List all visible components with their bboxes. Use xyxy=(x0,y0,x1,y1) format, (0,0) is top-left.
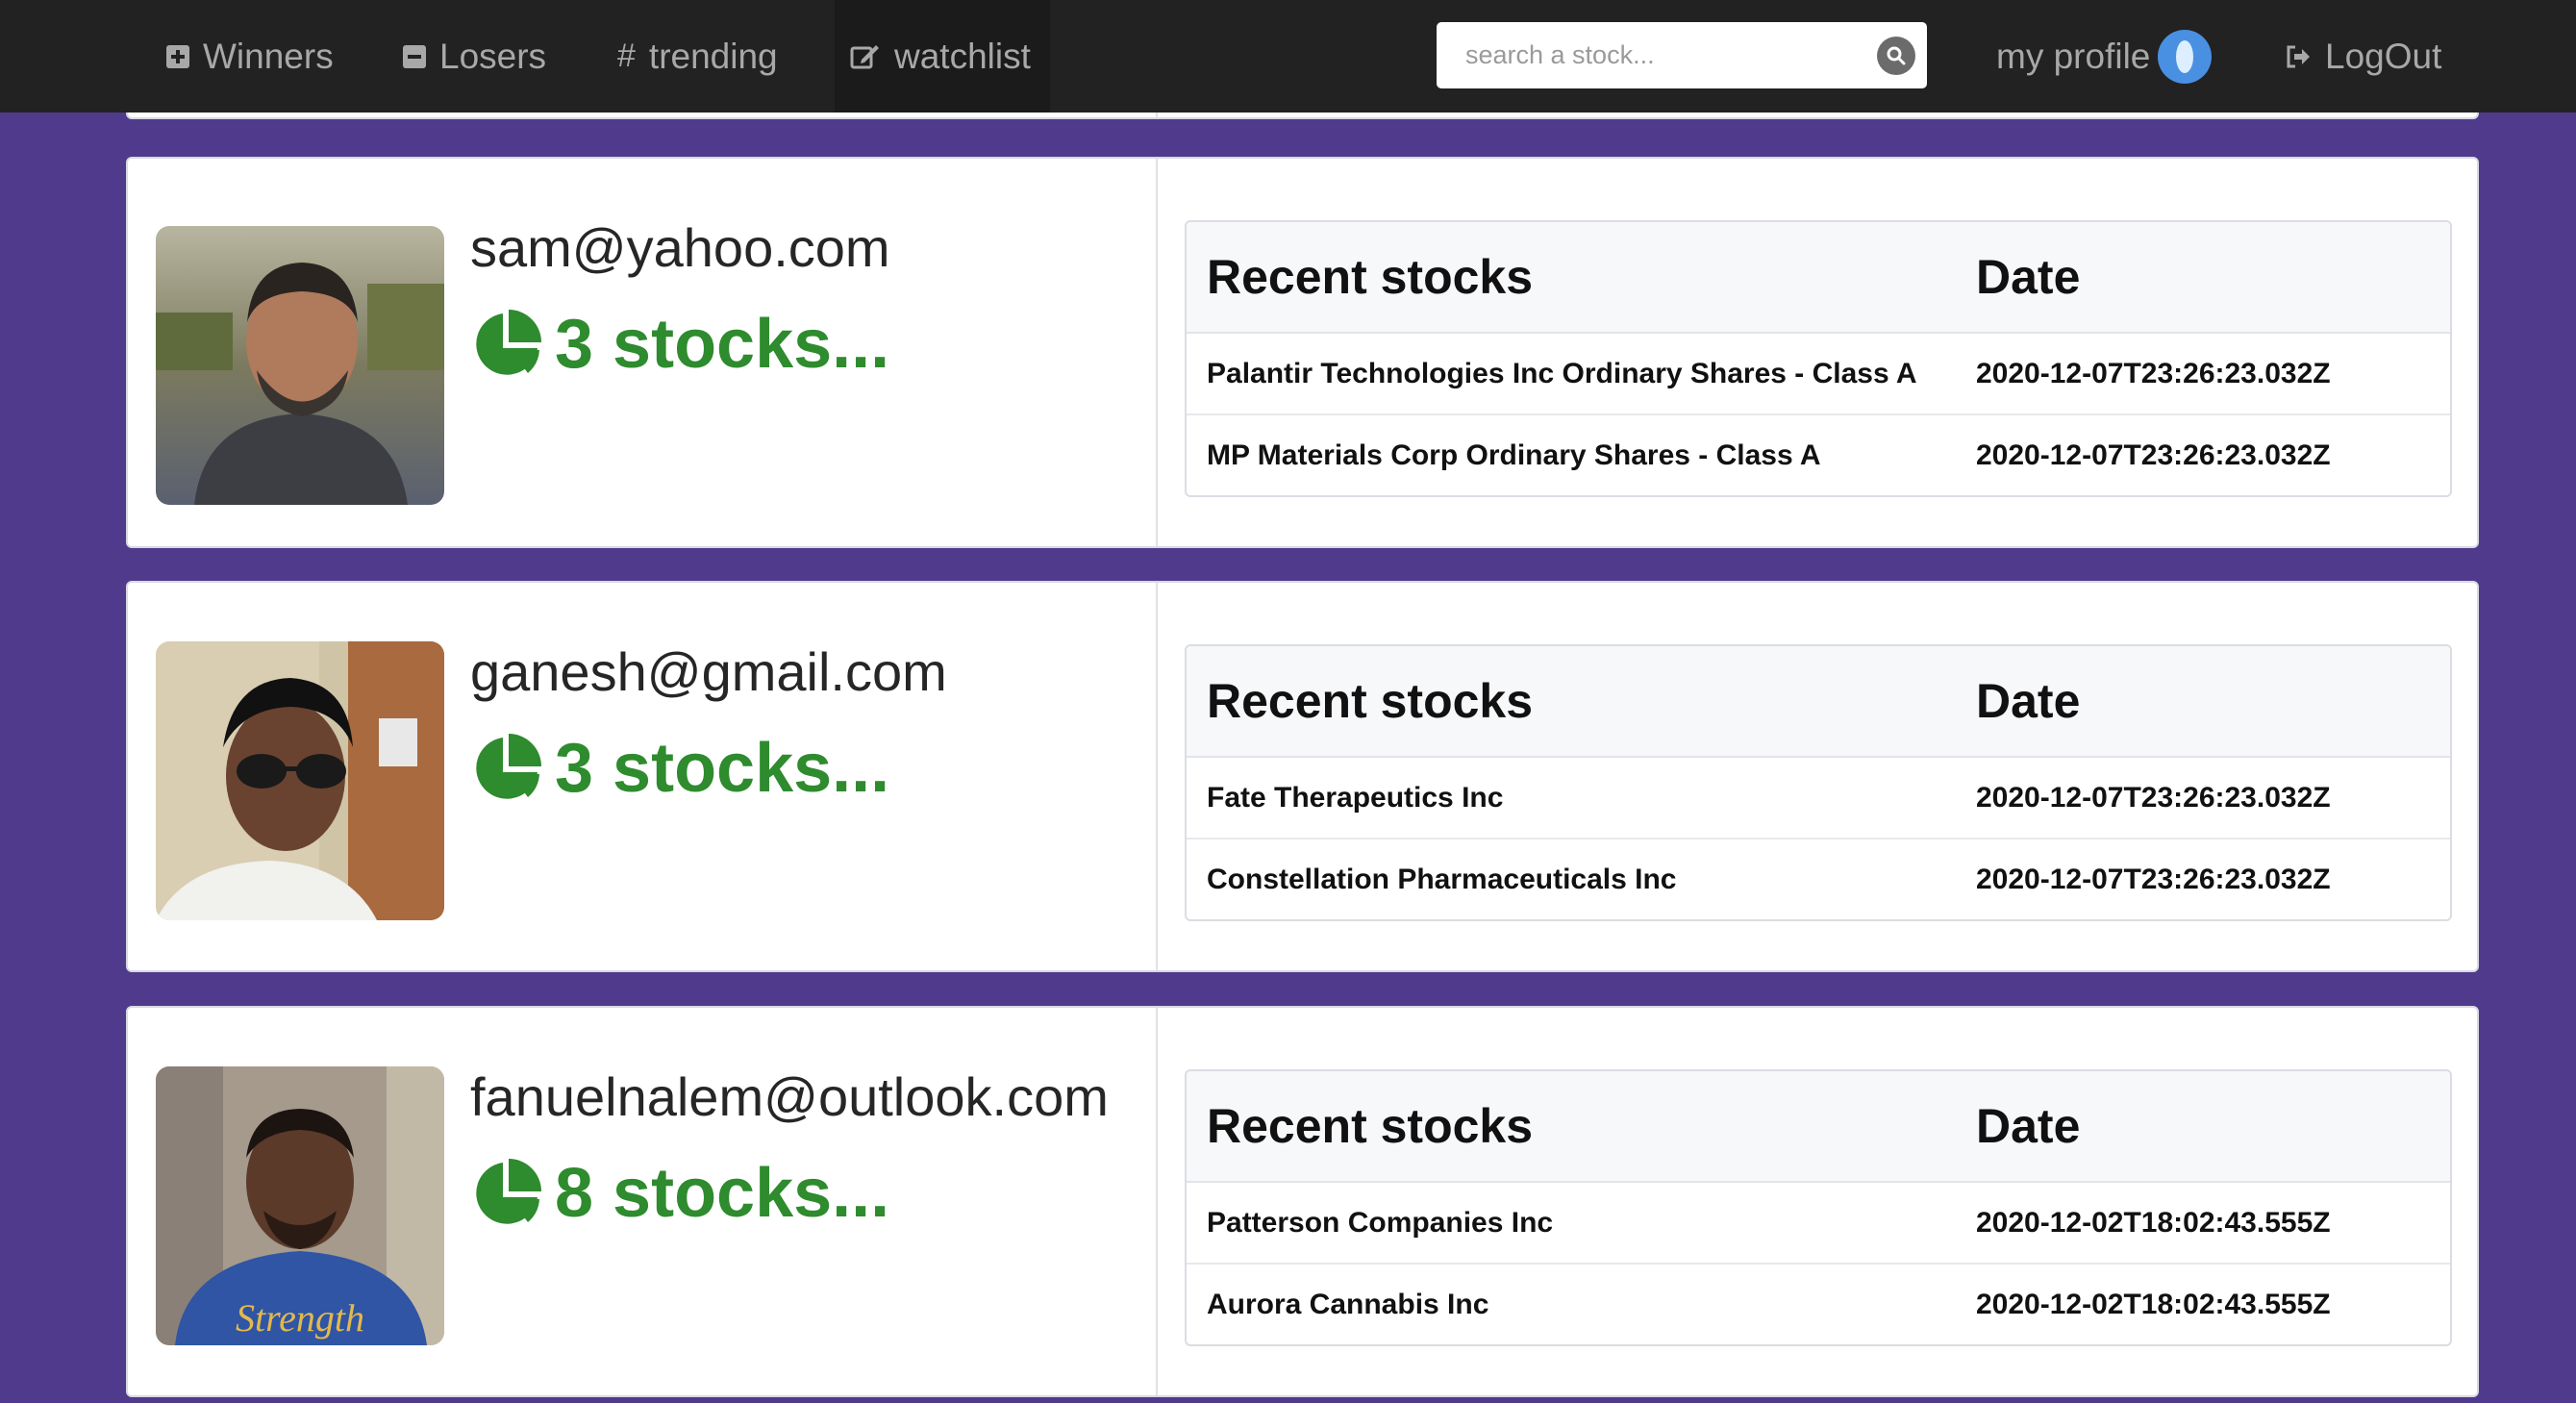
nav-winners-label: Winners xyxy=(203,36,334,76)
user-photo: Strength xyxy=(156,1066,444,1345)
table-row[interactable]: Constellation Pharmaceuticals Inc 2020-1… xyxy=(1187,839,2450,919)
table-header: Recent stocks Date xyxy=(1187,646,2450,758)
search-input[interactable] xyxy=(1437,22,1860,88)
user-email: ganesh@gmail.com xyxy=(470,641,947,702)
stock-date: 2020-12-02T18:02:43.555Z xyxy=(1976,1289,2331,1320)
stock-name: MP Materials Corp Ordinary Shares - Clas… xyxy=(1207,439,1821,471)
stock-count-label: 3 stocks... xyxy=(555,730,890,807)
logout-icon xyxy=(2285,44,2312,69)
stock-date: 2020-12-02T18:02:43.555Z xyxy=(1976,1207,2331,1239)
user-photo xyxy=(156,641,444,920)
stock-count[interactable]: 3 stocks... xyxy=(470,305,889,384)
column-header-date: Date xyxy=(1976,250,2081,304)
table-row[interactable]: MP Materials Corp Ordinary Shares - Clas… xyxy=(1187,415,2450,495)
pie-chart-icon xyxy=(476,1159,541,1224)
table-row[interactable]: Fate Therapeutics Inc 2020-12-07T23:26:2… xyxy=(1187,758,2450,839)
stock-count[interactable]: 3 stocks... xyxy=(470,729,889,808)
column-header-stocks: Recent stocks xyxy=(1207,674,1534,728)
nav-trending-label: trending xyxy=(648,36,778,76)
stock-count-label: 3 stocks... xyxy=(555,306,890,383)
card-divider xyxy=(1156,583,1158,970)
minus-square-icon xyxy=(403,44,426,68)
table-header: Recent stocks Date xyxy=(1187,1071,2450,1183)
nav-logout[interactable]: LogOut xyxy=(2285,0,2441,113)
user-email: sam@yahoo.com xyxy=(470,217,890,278)
top-navbar: Winners Losers # trending watchlist my p… xyxy=(0,0,2576,113)
stock-count[interactable]: 8 stocks... xyxy=(470,1154,889,1233)
table-row[interactable]: Palantir Technologies Inc Ordinary Share… xyxy=(1187,334,2450,415)
stock-name: Aurora Cannabis Inc xyxy=(1207,1289,1489,1320)
column-header-stocks: Recent stocks xyxy=(1207,250,1534,304)
card-divider xyxy=(1156,1008,1158,1395)
nav-trending[interactable]: # trending xyxy=(617,0,778,113)
user-photo xyxy=(156,226,444,505)
pie-chart-icon xyxy=(476,310,541,375)
table-row[interactable]: Patterson Companies Inc 2020-12-02T18:02… xyxy=(1187,1183,2450,1265)
card-divider xyxy=(1156,159,1158,546)
column-header-date: Date xyxy=(1976,674,2081,728)
user-card: ganesh@gmail.com 3 stocks... Recent stoc… xyxy=(126,581,2479,972)
table-row[interactable]: Aurora Cannabis Inc 2020-12-02T18:02:43.… xyxy=(1187,1265,2450,1344)
edit-icon xyxy=(850,42,881,71)
stock-date: 2020-12-07T23:26:23.032Z xyxy=(1976,782,2331,814)
column-header-stocks: Recent stocks xyxy=(1207,1099,1534,1153)
stock-name: Patterson Companies Inc xyxy=(1207,1207,1554,1239)
search-box xyxy=(1437,22,1927,88)
nav-my-profile[interactable]: my profile xyxy=(1996,0,2213,113)
pie-chart-icon xyxy=(476,734,541,799)
recent-stocks-table: Recent stocks Date Palantir Technologies… xyxy=(1185,220,2452,497)
recent-stocks-table: Recent stocks Date Patterson Companies I… xyxy=(1185,1069,2452,1346)
search-icon xyxy=(1887,46,1906,65)
search-button[interactable] xyxy=(1877,37,1915,75)
recent-stocks-table: Recent stocks Date Fate Therapeutics Inc… xyxy=(1185,644,2452,921)
stock-name: Constellation Pharmaceuticals Inc xyxy=(1207,864,1677,895)
user-card: Strength fanuelnalem@outlook.com 8 stock… xyxy=(126,1006,2479,1397)
table-header: Recent stocks Date xyxy=(1187,222,2450,334)
stock-date: 2020-12-07T23:26:23.032Z xyxy=(1976,864,2331,895)
nav-watchlist[interactable]: watchlist xyxy=(835,0,1050,113)
hash-icon: # xyxy=(617,38,636,74)
nav-losers[interactable]: Losers xyxy=(403,0,546,113)
column-header-date: Date xyxy=(1976,1099,2081,1153)
user-card: sam@yahoo.com 3 stocks... Recent stocks … xyxy=(126,157,2479,548)
stock-count-label: 8 stocks... xyxy=(555,1155,890,1232)
nav-winners[interactable]: Winners xyxy=(166,0,334,113)
plus-square-icon xyxy=(166,44,189,68)
profile-avatar-icon xyxy=(2158,29,2213,84)
svg-text:Strength: Strength xyxy=(236,1296,364,1340)
stock-name: Palantir Technologies Inc Ordinary Share… xyxy=(1207,358,1917,389)
stock-date: 2020-12-07T23:26:23.032Z xyxy=(1976,358,2331,389)
nav-logout-label: LogOut xyxy=(2325,36,2442,76)
nav-profile-label: my profile xyxy=(1996,36,2151,76)
nav-watchlist-label: watchlist xyxy=(894,36,1031,76)
stock-name: Fate Therapeutics Inc xyxy=(1207,782,1504,814)
user-email: fanuelnalem@outlook.com xyxy=(470,1066,1109,1127)
stock-date: 2020-12-07T23:26:23.032Z xyxy=(1976,439,2331,471)
nav-losers-label: Losers xyxy=(439,36,547,76)
